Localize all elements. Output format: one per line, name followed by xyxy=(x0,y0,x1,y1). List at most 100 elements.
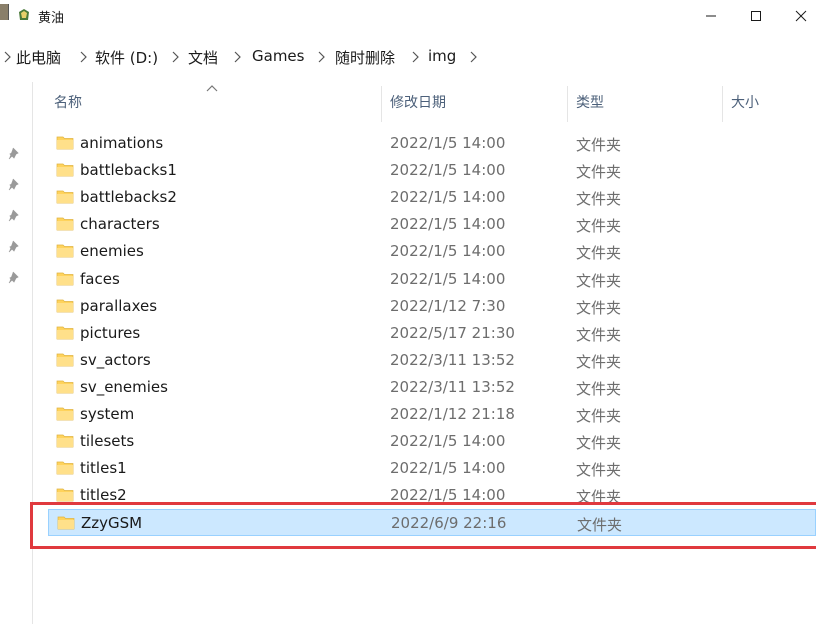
chevron-right-icon xyxy=(412,51,419,63)
breadcrumb-item-drive-d[interactable]: 软件 (D:) xyxy=(95,47,158,68)
folder-icon xyxy=(56,163,74,177)
file-date: 2022/1/5 14:00 xyxy=(390,134,506,152)
window-edge-icon xyxy=(0,4,9,20)
navigation-pane xyxy=(0,82,33,624)
file-date: 2022/1/12 21:18 xyxy=(390,405,515,423)
file-type: 文件夹 xyxy=(576,434,622,453)
pin-icon[interactable] xyxy=(8,270,22,284)
table-row[interactable]: enemies 2022/1/5 14:00 文件夹 xyxy=(48,238,816,265)
file-type: 文件夹 xyxy=(576,136,622,154)
file-name: system xyxy=(80,405,135,423)
file-name: tilesets xyxy=(80,432,135,451)
column-divider[interactable] xyxy=(381,86,382,122)
file-date: 2022/1/5 14:00 xyxy=(390,269,506,288)
close-icon xyxy=(795,10,807,22)
breadcrumb-item-documents[interactable]: 文档 xyxy=(188,47,218,68)
app-icon xyxy=(19,9,29,20)
chevron-right-icon xyxy=(318,51,325,63)
table-row[interactable]: pictures 2022/5/17 21:30 文件夹 xyxy=(48,320,816,347)
table-row[interactable]: battlebacks1 2022/1/5 14:00 文件夹 xyxy=(48,157,816,184)
folder-icon xyxy=(56,136,74,150)
file-date: 2022/1/5 14:00 xyxy=(390,242,506,261)
pin-icon[interactable] xyxy=(8,177,22,191)
chevron-right-icon xyxy=(80,51,87,63)
file-type: 文件夹 xyxy=(576,379,622,398)
maximize-icon xyxy=(751,11,761,21)
file-name: characters xyxy=(80,215,160,234)
file-type: 文件夹 xyxy=(576,461,622,480)
file-type: 文件夹 xyxy=(576,271,622,290)
column-divider[interactable] xyxy=(722,86,723,122)
column-divider[interactable] xyxy=(567,86,568,122)
file-type: 文件夹 xyxy=(576,298,622,317)
file-name: titles1 xyxy=(80,459,127,478)
breadcrumb-item-temp[interactable]: 随时删除 xyxy=(335,47,395,68)
chevron-right-icon xyxy=(4,51,11,63)
file-date: 2022/3/11 13:52 xyxy=(390,350,515,369)
title-bar: 黄油 xyxy=(0,0,816,32)
file-date: 2022/1/5 14:00 xyxy=(390,161,506,180)
file-date: 2022/3/11 13:52 xyxy=(390,377,515,396)
table-row[interactable]: tilesets 2022/1/5 14:00 文件夹 xyxy=(48,428,816,455)
folder-icon xyxy=(56,245,74,258)
window-title: 黄油 xyxy=(38,11,65,26)
close-button[interactable] xyxy=(778,0,816,32)
file-date: 2022/1/5 14:00 xyxy=(390,432,506,451)
file-name: battlebacks1 xyxy=(80,161,177,180)
file-name: enemies xyxy=(80,242,144,261)
file-name: faces xyxy=(80,269,120,288)
table-row[interactable]: battlebacks2 2022/1/5 14:00 文件夹 xyxy=(48,184,816,211)
table-row[interactable]: titles1 2022/1/5 14:00 文件夹 xyxy=(48,455,816,482)
table-row[interactable]: characters 2022/1/5 14:00 文件夹 xyxy=(48,211,816,238)
file-name: sv_enemies xyxy=(80,377,168,396)
column-header-date[interactable]: 修改日期 xyxy=(390,92,446,118)
folder-icon xyxy=(56,488,74,502)
minimize-button[interactable] xyxy=(688,0,734,32)
column-header-name[interactable]: 名称 xyxy=(54,92,82,118)
file-type: 文件夹 xyxy=(576,244,622,263)
folder-icon xyxy=(56,380,74,394)
file-date: 2022/1/5 14:00 xyxy=(390,215,506,234)
file-type: 文件夹 xyxy=(576,352,622,371)
file-name: sv_actors xyxy=(80,350,151,369)
file-date: 2022/1/12 7:30 xyxy=(390,296,506,315)
pin-icon[interactable] xyxy=(8,146,22,160)
breadcrumb: 此电脑 软件 (D:) 文档 Games 随时删除 img xyxy=(0,36,816,78)
folder-icon xyxy=(56,272,74,285)
column-header-size[interactable]: 大小 xyxy=(731,92,759,118)
file-name: animations xyxy=(80,134,164,152)
folder-icon xyxy=(56,217,74,231)
maximize-button[interactable] xyxy=(733,0,779,32)
file-date: 2022/5/17 21:30 xyxy=(390,323,515,342)
chevron-right-icon xyxy=(234,51,241,63)
table-row[interactable]: sv_actors 2022/3/11 13:52 文件夹 xyxy=(48,347,816,374)
breadcrumb-item-this-pc[interactable]: 此电脑 xyxy=(16,47,61,68)
file-name: parallaxes xyxy=(80,296,158,315)
folder-icon xyxy=(56,434,74,448)
folder-icon xyxy=(56,190,74,204)
minimize-icon xyxy=(706,15,716,17)
table-row[interactable]: animations 2022/1/5 14:00 文件夹 xyxy=(48,130,816,157)
table-row[interactable]: system 2022/1/12 21:18 文件夹 xyxy=(48,401,816,428)
table-row[interactable]: faces 2022/1/5 14:00 文件夹 xyxy=(48,266,816,293)
breadcrumb-item-img[interactable]: img xyxy=(428,47,456,65)
folder-icon xyxy=(56,353,74,367)
file-date: 2022/1/5 14:00 xyxy=(390,459,506,478)
folder-icon xyxy=(56,407,74,421)
pin-icon[interactable] xyxy=(8,208,22,222)
file-date: 2022/1/5 14:00 xyxy=(390,188,506,207)
folder-icon xyxy=(56,461,74,475)
table-row[interactable]: sv_enemies 2022/3/11 13:52 文件夹 xyxy=(48,374,816,401)
folder-icon xyxy=(56,299,74,312)
file-name: battlebacks2 xyxy=(80,188,177,207)
table-row[interactable]: parallaxes 2022/1/12 7:30 文件夹 xyxy=(48,293,816,320)
chevron-right-icon xyxy=(470,51,477,63)
file-type: 文件夹 xyxy=(576,163,622,182)
file-type: 文件夹 xyxy=(576,190,622,209)
file-type: 文件夹 xyxy=(576,325,622,344)
pin-icon[interactable] xyxy=(8,239,22,253)
highlight-box xyxy=(30,502,816,549)
chevron-right-icon xyxy=(172,51,179,63)
column-header-type[interactable]: 类型 xyxy=(576,92,604,118)
breadcrumb-item-games[interactable]: Games xyxy=(252,47,304,65)
